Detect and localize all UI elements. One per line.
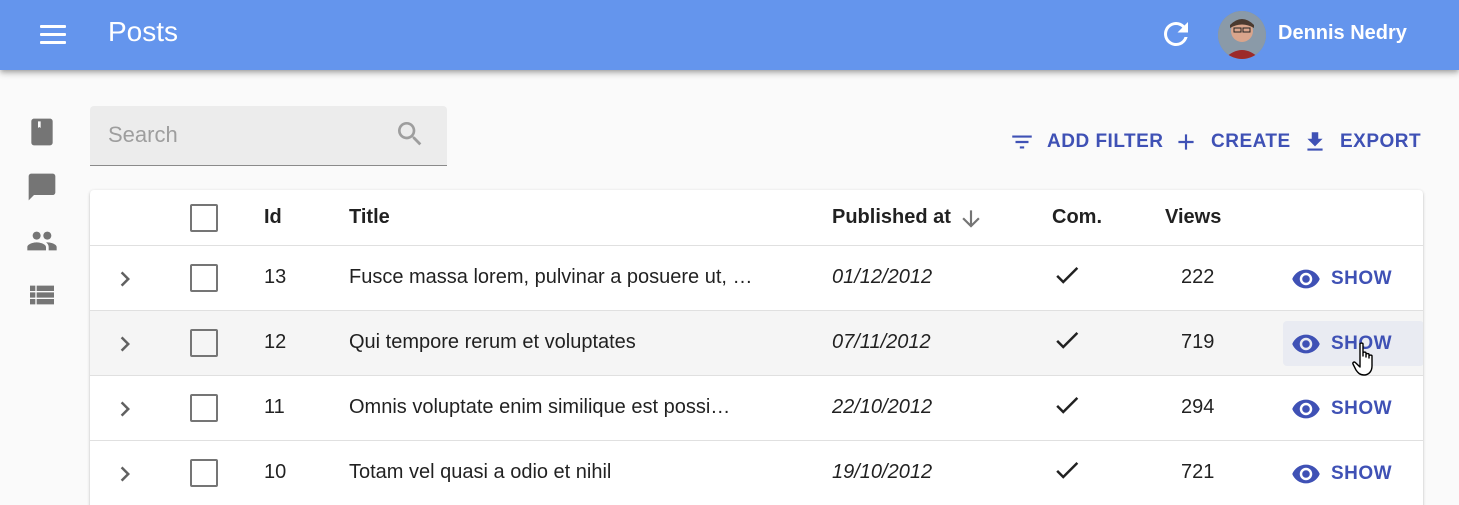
cell-published: 19/10/2012 xyxy=(832,461,933,483)
chevron-right-icon[interactable] xyxy=(110,264,140,294)
refresh-icon[interactable] xyxy=(1158,16,1194,52)
table-row[interactable]: 11 Omnis voluptate enim similique est po… xyxy=(90,376,1423,441)
check-icon xyxy=(1052,455,1082,485)
row-checkbox[interactable] xyxy=(190,264,218,292)
select-all-checkbox[interactable] xyxy=(190,204,218,232)
cell-id: 10 xyxy=(264,461,287,483)
chevron-right-icon[interactable] xyxy=(110,329,140,359)
cell-published: 01/12/2012 xyxy=(832,266,933,288)
column-header-com[interactable]: Com. xyxy=(1052,206,1102,229)
search-input[interactable] xyxy=(90,106,390,164)
eye-icon xyxy=(1292,334,1320,353)
column-header-id[interactable]: Id xyxy=(264,206,282,229)
column-header-published[interactable]: Published at xyxy=(832,206,951,229)
plus-icon xyxy=(1178,134,1194,150)
show-label: SHOW xyxy=(1331,397,1393,419)
row-checkbox[interactable] xyxy=(190,459,218,487)
book-icon[interactable] xyxy=(26,116,58,148)
app-bar: Posts Dennis Nedry xyxy=(0,0,1459,70)
cell-views: 721 xyxy=(1181,461,1215,483)
page-title: Posts xyxy=(108,16,179,47)
download-icon xyxy=(1307,132,1323,151)
row-checkbox[interactable] xyxy=(190,394,218,422)
cell-title: Fusce massa lorem, pulvinar a posuere ut… xyxy=(349,266,753,288)
add-filter-button[interactable]: ADD FILTER xyxy=(1009,126,1164,158)
export-label: EXPORT xyxy=(1340,131,1422,152)
search-icon xyxy=(394,118,426,150)
show-button[interactable]: SHOW xyxy=(1283,256,1423,301)
cell-published: 07/11/2012 xyxy=(832,331,931,353)
eye-icon xyxy=(1292,269,1320,288)
people-icon[interactable] xyxy=(26,225,58,257)
cell-title: Omnis voluptate enim similique est possi… xyxy=(349,396,731,418)
avatar[interactable] xyxy=(1218,11,1266,59)
show-label: SHOW xyxy=(1331,462,1393,484)
table-row[interactable]: 10 Totam vel quasi a odio et nihil 19/10… xyxy=(90,441,1423,505)
sort-arrow-down-icon[interactable] xyxy=(958,206,984,232)
show-label: SHOW xyxy=(1331,267,1393,289)
cell-published: 22/10/2012 xyxy=(832,396,933,418)
comment-icon[interactable] xyxy=(26,171,58,203)
cell-views: 294 xyxy=(1181,396,1215,418)
check-icon xyxy=(1052,325,1082,355)
cell-views: 719 xyxy=(1181,331,1215,353)
table-row[interactable]: 12 Qui tempore rerum et voluptates 07/11… xyxy=(90,311,1423,376)
cell-id: 11 xyxy=(264,396,285,418)
create-label: CREATE xyxy=(1211,131,1291,152)
check-icon xyxy=(1052,260,1082,290)
table-row[interactable]: 13 Fusce massa lorem, pulvinar a posuere… xyxy=(90,246,1423,311)
create-button[interactable]: CREATE xyxy=(1173,126,1291,158)
user-name[interactable]: Dennis Nedry xyxy=(1278,22,1407,45)
hand-cursor-icon xyxy=(1352,342,1378,378)
chevron-right-icon[interactable] xyxy=(110,459,140,489)
export-button[interactable]: EXPORT xyxy=(1302,126,1421,158)
cell-views: 222 xyxy=(1181,266,1215,288)
eye-icon xyxy=(1292,464,1320,483)
list-icon[interactable] xyxy=(26,279,58,311)
column-header-title[interactable]: Title xyxy=(349,206,390,229)
eye-icon xyxy=(1292,399,1320,418)
check-icon xyxy=(1052,390,1082,420)
column-header-views[interactable]: Views xyxy=(1165,206,1221,229)
show-button[interactable]: SHOW xyxy=(1283,451,1423,496)
show-button[interactable]: SHOW xyxy=(1283,386,1423,431)
chevron-right-icon[interactable] xyxy=(110,394,140,424)
cell-id: 13 xyxy=(264,266,287,288)
cell-id: 12 xyxy=(264,331,287,353)
posts-table: Id Title Published at Com. Views 13 Fusc… xyxy=(90,190,1423,505)
filter-icon xyxy=(1012,135,1032,149)
add-filter-label: ADD FILTER xyxy=(1047,131,1164,152)
table-header: Id Title Published at Com. Views xyxy=(90,190,1423,246)
cell-title: Totam vel quasi a odio et nihil xyxy=(349,461,612,483)
menu-icon[interactable] xyxy=(36,20,70,50)
cell-title: Qui tempore rerum et voluptates xyxy=(349,331,636,353)
row-checkbox[interactable] xyxy=(190,329,218,357)
